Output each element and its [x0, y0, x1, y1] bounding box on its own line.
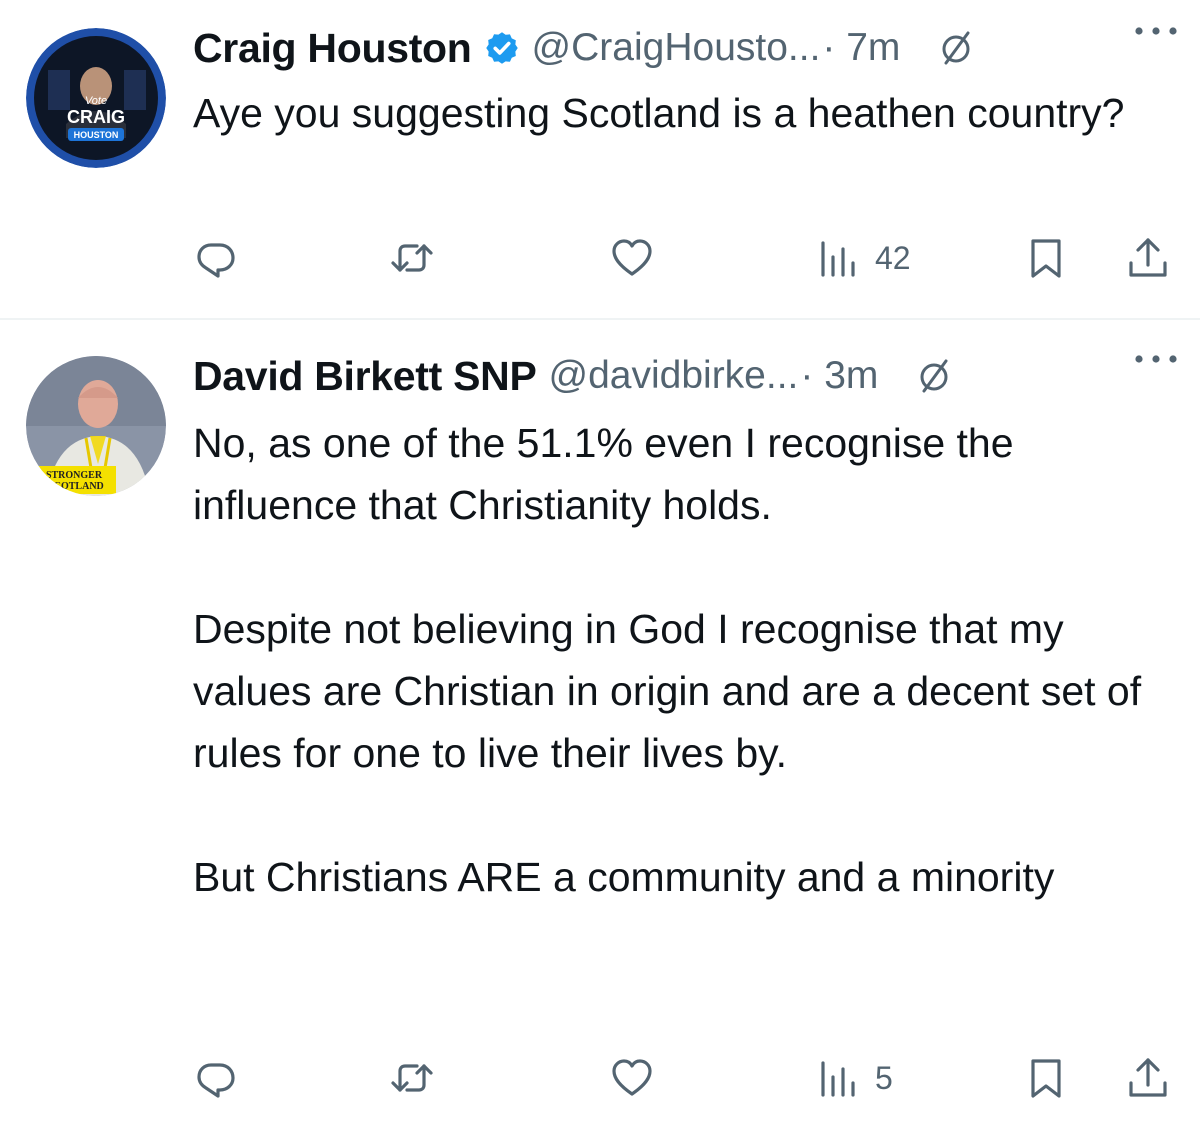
tweet-header: David Birkett SNP @davidbirke... · 3m — [193, 346, 1180, 406]
like-icon — [612, 239, 652, 276]
views-icon — [821, 1061, 855, 1097]
reply-button[interactable] — [193, 1048, 239, 1108]
author-name[interactable]: David Birkett SNP — [193, 353, 537, 400]
tweet[interactable]: Vote CRAIG HOUSTON Craig Houston @CraigH… — [0, 0, 1200, 318]
avatar-text-craig: CRAIG — [67, 107, 125, 127]
reply-icon — [197, 1063, 235, 1098]
action-bar: 42 — [193, 228, 1180, 288]
retweet-icon — [391, 244, 433, 272]
tweet[interactable]: STRONGER SCOTLAND David Birkett SNP @dav… — [0, 320, 1200, 1121]
share-icon — [1129, 238, 1167, 277]
views-icon — [821, 241, 855, 277]
tweet-header: Craig Houston @CraigHousto... · 7m — [193, 18, 1180, 78]
share-icon — [1129, 1058, 1167, 1097]
action-bar: 5 — [193, 1048, 1180, 1108]
retweet-icon — [391, 1064, 433, 1092]
tweet-paragraph: Aye you suggesting Scotland is a heathen… — [193, 90, 1125, 136]
share-button[interactable] — [1125, 1048, 1171, 1108]
avatar-text-scotland: SCOTLAND — [48, 481, 104, 492]
author-name[interactable]: Craig Houston — [193, 25, 472, 72]
bookmark-icon — [1031, 1059, 1061, 1098]
tweet-text: No, as one of the 51.1% even I recognise… — [193, 412, 1183, 908]
views-count: 42 — [875, 239, 911, 276]
slash-circle-icon — [942, 31, 970, 65]
slash-circle-icon — [920, 359, 948, 393]
tweet-paragraph: No, as one of the 51.1% even I recognise… — [193, 420, 1014, 528]
tweet-text: Aye you suggesting Scotland is a heathen… — [193, 82, 1183, 144]
bookmark-button[interactable] — [1023, 228, 1069, 288]
retweet-button[interactable] — [389, 228, 435, 288]
author-handle[interactable]: @CraigHousto... — [532, 26, 821, 70]
avatar-text-vote: Vote — [85, 95, 107, 107]
avatar-text-stronger: STRONGER — [46, 470, 103, 481]
tweet-paragraph: Despite not believing in God I recognise… — [193, 606, 1142, 776]
timestamp[interactable]: · 3m — [800, 354, 878, 398]
retweet-button[interactable] — [389, 1048, 435, 1108]
avatar-text-houston: HOUSTON — [74, 130, 119, 140]
bookmark-button[interactable] — [1023, 1048, 1069, 1108]
views-button[interactable]: 5 — [815, 1048, 893, 1108]
share-button[interactable] — [1125, 228, 1171, 288]
like-button[interactable] — [609, 1048, 655, 1108]
like-button[interactable] — [609, 228, 655, 288]
reply-button[interactable] — [193, 228, 239, 288]
reply-icon — [197, 243, 235, 278]
like-icon — [612, 1059, 652, 1096]
bookmark-icon — [1031, 239, 1061, 278]
timestamp[interactable]: · 7m — [822, 26, 900, 70]
avatar[interactable]: STRONGER SCOTLAND — [26, 356, 166, 496]
tweet-paragraph: But Christians ARE a community and a min… — [193, 854, 1055, 900]
views-count: 5 — [875, 1059, 893, 1096]
more-icon[interactable] — [1134, 26, 1178, 36]
verified-badge-icon — [485, 32, 518, 64]
more-icon[interactable] — [1134, 354, 1178, 364]
views-button[interactable]: 42 — [815, 228, 911, 288]
avatar[interactable]: Vote CRAIG HOUSTON — [26, 28, 166, 168]
author-handle[interactable]: @davidbirke... — [549, 354, 799, 398]
